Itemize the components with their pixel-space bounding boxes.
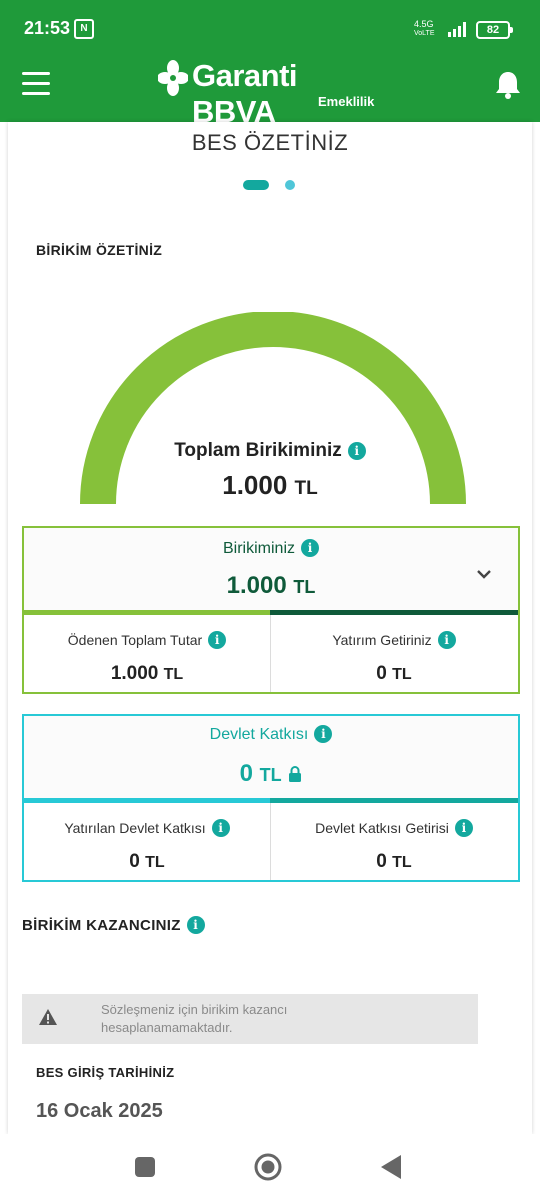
savings-summary-label: BİRİKİM ÖZETİNİZ: [36, 242, 163, 258]
state-contribution-value: 0: [239, 760, 253, 787]
currency-label: TL: [259, 765, 282, 785]
info-icon[interactable]: i: [301, 539, 319, 557]
warning-icon: [39, 1009, 57, 1025]
battery-icon: 82: [476, 21, 513, 39]
paid-total-amount: 1.000 TL: [24, 663, 270, 685]
contribution-return-amount: 0 TL: [271, 851, 517, 873]
paid-total-label: Ödenen Toplam Tutar: [67, 632, 203, 648]
clover-logo-icon: [158, 60, 188, 96]
signal-icon: [448, 22, 466, 37]
deposited-contribution-label: Yatırılan Devlet Katkısı: [64, 820, 206, 836]
info-icon[interactable]: i: [186, 916, 205, 934]
warning-line-1: Sözleşmeniz için birikim kazancı: [101, 1002, 288, 1017]
state-contribution-title: Devlet Katkısı i: [24, 725, 518, 744]
savings-card-amount: 1.000 TL: [24, 572, 518, 600]
entry-date-label: BES GİRİŞ TARİHİNİZ: [36, 1065, 175, 1080]
contribution-return-label: Devlet Katkısı Getirisi: [315, 820, 449, 836]
contribution-return-cell: Devlet Katkısı Getirisi i 0 TL: [271, 803, 517, 880]
total-savings-title: Toplam Birikiminiz i: [8, 440, 532, 462]
chevron-down-icon[interactable]: [476, 568, 492, 580]
brand-logo: Garanti BBVA Emeklilik: [158, 58, 388, 129]
deposited-contribution-value: 0: [129, 851, 140, 872]
system-nav-bar: [0, 1134, 540, 1200]
carousel-dot-active[interactable]: [243, 180, 269, 190]
nfc-icon: N: [74, 19, 94, 39]
network-type: 4.5G: [414, 19, 434, 29]
contribution-return-value: 0: [376, 851, 387, 872]
state-contribution-header: Devlet Katkısı i 0 TL: [24, 716, 518, 798]
savings-card: Birikiminiz i 1.000 TL Ödenen Toplam Tuta…: [22, 526, 520, 694]
info-icon[interactable]: i: [437, 631, 456, 649]
info-icon[interactable]: i: [211, 819, 230, 837]
paid-total-cell: Ödenen Toplam Tutar i 1.000 TL: [24, 615, 270, 692]
investment-return-amount: 0 TL: [271, 663, 517, 685]
currency-label: TL: [163, 666, 184, 683]
info-icon[interactable]: i: [314, 725, 333, 743]
investment-return-cell: Yatırım Getiriniz i 0 TL: [271, 615, 517, 692]
home-icon[interactable]: [254, 1153, 282, 1181]
status-time: 21:53: [24, 18, 71, 38]
volte-label: VoLTE: [414, 30, 435, 37]
paid-total-value: 1.000: [110, 663, 159, 684]
deposited-contribution-cell: Yatırılan Devlet Katkısı i 0 TL: [24, 803, 270, 880]
savings-card-value: 1.000: [226, 572, 287, 599]
savings-card-header[interactable]: Birikiminiz i 1.000 TL: [24, 528, 518, 610]
currency-label: TL: [392, 854, 412, 871]
deposited-contribution-title: Yatırılan Devlet Katkısı i: [24, 819, 270, 837]
investment-return-value: 0: [376, 663, 387, 684]
paid-total-title: Ödenen Toplam Tutar i: [24, 631, 270, 649]
total-savings-label: Toplam Birikiminiz: [174, 440, 342, 461]
info-icon[interactable]: i: [454, 819, 473, 837]
status-bar: 21:53 N 4.5G VoLTE 82: [0, 0, 540, 58]
deposited-contribution-amount: 0 TL: [24, 851, 270, 873]
investment-return-label: Yatırım Getiriniz: [332, 632, 432, 648]
brand-subtitle: Emeklilik: [318, 94, 375, 109]
state-contribution-label: Devlet Katkısı: [209, 726, 309, 743]
warning-text: Sözleşmeniz için birikim kazancı hesapla…: [101, 1001, 461, 1037]
savings-gain-label: BİRİKİM KAZANCINIZ: [22, 917, 181, 934]
warning-line-2: hesaplanamamaktadır.: [101, 1020, 233, 1035]
total-savings-amount: 1.000 TL: [8, 470, 532, 501]
info-icon[interactable]: i: [347, 442, 366, 460]
carousel-dot[interactable]: [285, 180, 295, 190]
recent-apps-icon[interactable]: [135, 1157, 155, 1177]
currency-label: TL: [294, 478, 318, 499]
currency-label: TL: [392, 666, 412, 683]
currency-label: TL: [145, 854, 165, 871]
savings-card-label: Birikiminiz: [223, 540, 295, 557]
contribution-return-title: Devlet Katkısı Getirisi i: [271, 819, 517, 837]
savings-gain-title: BİRİKİM KAZANCINIZ i: [22, 916, 205, 934]
state-contribution-card: Devlet Katkısı i 0 TL Yatırılan Devlet Ka…: [22, 714, 520, 882]
currency-label: TL: [293, 577, 316, 597]
entry-date-value: 16 Ocak 2025: [36, 1100, 163, 1122]
investment-return-title: Yatırım Getiriniz i: [271, 631, 517, 649]
info-icon[interactable]: i: [208, 631, 227, 649]
back-icon[interactable]: [380, 1154, 402, 1180]
savings-card-title: Birikiminiz i: [24, 539, 518, 558]
lock-icon: [289, 766, 302, 782]
total-savings-value: 1.000: [222, 470, 288, 500]
app-bar: Garanti BBVA Emeklilik: [0, 58, 540, 129]
summary-panel: BES ÖZETİNİZ BİRİKİM ÖZETİNİZ Toplam Bir…: [8, 122, 532, 1134]
network-indicator: 4.5G VoLTE: [414, 20, 435, 38]
savings-gain-warning: Sözleşmeniz için birikim kazancı hesapla…: [22, 994, 478, 1044]
bell-icon[interactable]: [494, 70, 522, 100]
state-contribution-amount: 0 TL: [24, 760, 518, 788]
hamburger-icon[interactable]: [22, 72, 50, 96]
page-title: BES ÖZETİNİZ: [191, 130, 349, 155]
